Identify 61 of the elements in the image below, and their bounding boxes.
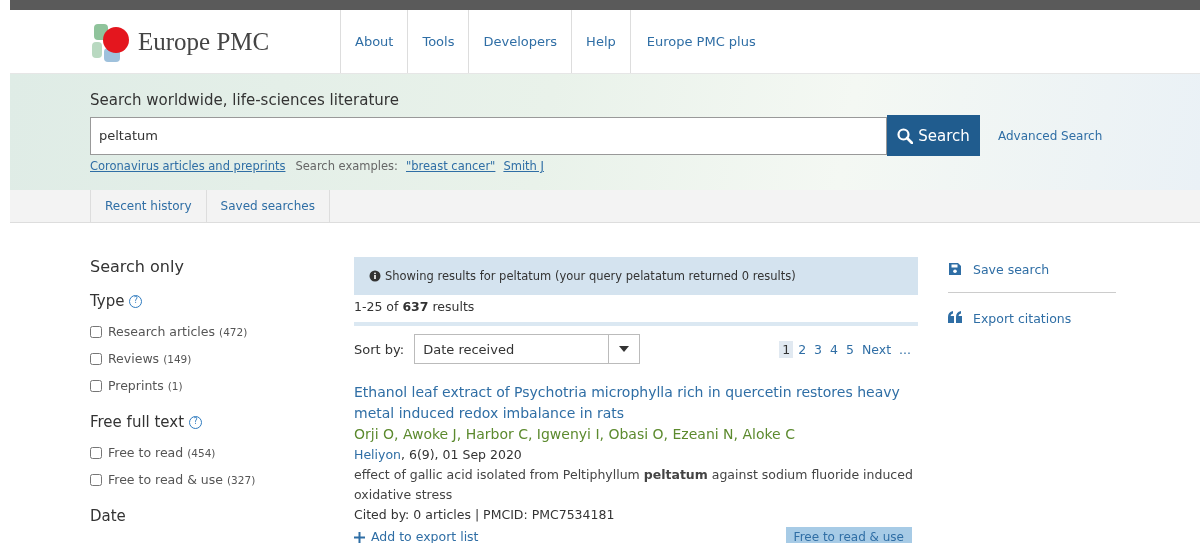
checkbox[interactable] [90, 352, 102, 365]
filter-group-title: Date [90, 507, 126, 525]
nav-link[interactable]: About [340, 10, 408, 73]
search-heading: Search worldwide, life-sciences literature [90, 91, 400, 109]
filter-option-label: Reviews [108, 351, 160, 366]
journal-link[interactable]: Heliyon [354, 447, 401, 462]
nav-link[interactable]: Developers [468, 10, 572, 73]
result-title-link[interactable]: Ethanol leaf extract of Psychotria microphylla rich in quercetin restores heavy metal induced redox imbalance in rats [354, 382, 918, 424]
filter-group-title: Type [90, 292, 125, 310]
coronavirus-link[interactable]: Coronavirus articles and preprints [90, 159, 286, 173]
filter-count: (327) [227, 473, 256, 486]
filter-count: (1) [167, 379, 183, 392]
search-icon [897, 127, 914, 144]
page-link[interactable]: 5 [843, 340, 857, 358]
filter-option-label: Free to read [108, 445, 184, 460]
add-to-export-link[interactable]: Add to export list [354, 527, 479, 543]
notice-text: Showing results for peltatum (your query pelatatum returned 0 results) [385, 269, 796, 283]
access-badge: Free to read & use [785, 527, 912, 543]
caret-icon [619, 346, 630, 352]
nav-link[interactable]: Europe PMC plus [629, 10, 770, 73]
result-authors: Orji O, Awoke J, Harbor C, Igwenyi I, Obasi O, Ezeani N, Aloke C [354, 425, 796, 444]
page-link[interactable]: ... [896, 340, 914, 358]
page-link[interactable]: Next [858, 340, 895, 358]
checkbox[interactable] [90, 473, 102, 486]
filter-option-label: Free to read & use [108, 472, 223, 487]
sort-dropdown[interactable]: Date received [414, 334, 641, 364]
action-link[interactable]: Save search [948, 258, 1116, 280]
page-link[interactable]: 3 [811, 340, 826, 358]
result-meta: Cited by: 0 articles | PMCID: PMC7534181 [354, 506, 616, 524]
plus-icon [354, 531, 365, 543]
search-field[interactable]: peltatum [90, 116, 887, 155]
quote-icon [948, 311, 962, 325]
nav-link[interactable]: Help [571, 10, 630, 73]
page-link[interactable]: 4 [827, 340, 841, 358]
result-source: , 6(9), 01 Sep 2020 [401, 447, 522, 462]
filter-group-title: Free full text [90, 413, 185, 431]
page-link[interactable]: 1 [779, 340, 794, 358]
filter-count: (149) [163, 352, 192, 365]
nav-link[interactable]: Tools [407, 10, 469, 73]
action-link[interactable]: Export citations [948, 307, 1116, 329]
filter-option-label: Research articles [108, 324, 216, 339]
sort-label: Sort by: [354, 341, 405, 357]
checkbox[interactable] [90, 379, 102, 392]
info-icon [369, 270, 381, 282]
filter-title: Search only [90, 257, 185, 276]
filter-option-label: Preprints [108, 378, 164, 393]
advanced-search-link[interactable]: Advanced Search [998, 128, 1103, 143]
checkbox[interactable] [90, 446, 102, 459]
history-tab[interactable]: Saved searches [205, 190, 330, 222]
filter-count: (472) [219, 325, 248, 338]
result-snippet: effect of gallic acid isolated from Peltiphyllum peltatum against sodium fluoride induced oxidative stress [354, 466, 914, 504]
results-count: 1-25 of 637 results [354, 298, 476, 316]
page-link[interactable]: 2 [795, 340, 810, 358]
example-link[interactable]: "breast cancer" [406, 159, 496, 173]
example-link[interactable]: Smith J [503, 159, 544, 173]
logo-text: Europe PMC [138, 27, 270, 56]
filter-count: (454) [187, 446, 216, 459]
history-tab[interactable]: Recent history [90, 190, 207, 222]
checkbox[interactable] [90, 325, 102, 338]
examples-label: Search examples: [295, 159, 398, 173]
search-button[interactable]: Search [887, 115, 980, 156]
